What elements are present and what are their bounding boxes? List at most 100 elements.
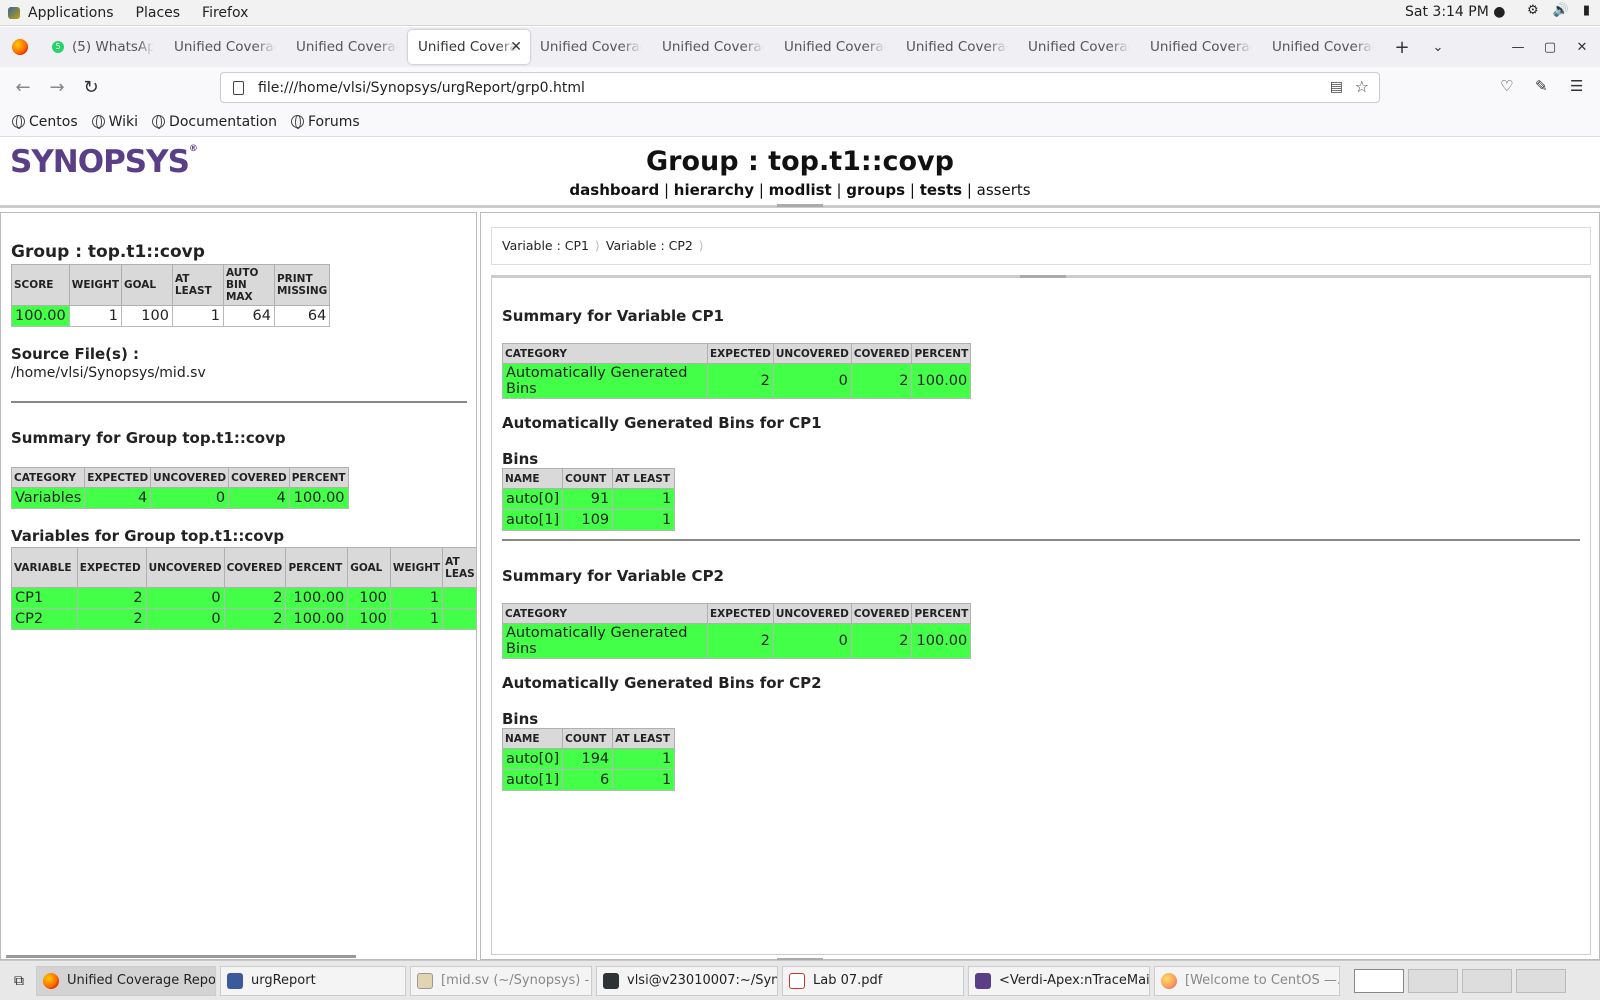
maximize-icon[interactable]: ▢ (1534, 27, 1566, 67)
cp2-bins-table: NAME COUNT AT LEAST auto[0] 194 1 auto[1… (501, 728, 676, 791)
divider (502, 539, 1580, 541)
nav-tests[interactable]: tests (920, 181, 962, 199)
variables-title: Variables for Group top.t1::covp (11, 527, 285, 545)
tab-coverage[interactable]: Unified Coverage (1018, 30, 1140, 64)
column-header: UNCOVERED (772, 603, 852, 624)
table-cell[interactable]: Automatically Generated Bins (502, 363, 708, 399)
tab-coverage[interactable]: Unified Coverage (286, 30, 408, 64)
tab-coverage[interactable]: Unified Coverage (530, 30, 652, 64)
variable-link[interactable]: CP1 (11, 587, 78, 609)
task-firefox[interactable]: Unified Coverage Report... (36, 965, 216, 996)
close-window-icon[interactable]: ✕ (1566, 27, 1598, 67)
table-cell[interactable]: Variables (10, 487, 86, 509)
tab-label: Unified Coverage (784, 39, 886, 55)
breadcrumb-cp1[interactable]: Variable : CP1 (502, 238, 589, 253)
breadcrumb-cp2[interactable]: Variable : CP2 (606, 238, 693, 253)
bookmarks-toolbar: Centos Wiki Documentation Forums (0, 107, 1600, 137)
column-header: NAME (501, 728, 564, 749)
column-header: UNCOVERED (150, 467, 230, 488)
show-desktop-icon[interactable]: ⧉ (6, 973, 32, 989)
breadcrumb-bar: Variable : CP1 ⟩ Variable : CP2 ⟩ (491, 227, 1591, 265)
system-tray[interactable]: ⚙ 🔊 ▮ (1527, 3, 1590, 18)
tab-coverage[interactable]: Unified Coverage (1140, 30, 1262, 64)
task-urgreport[interactable]: urgReport (220, 965, 406, 996)
column-header: COVERED (850, 343, 913, 364)
column-header: WEIGHT (389, 547, 444, 588)
bookmark-star-icon[interactable]: ☆ (1355, 77, 1369, 96)
table-row: auto[1] 109 1 (501, 509, 676, 531)
tab-whatsapp[interactable]: 5 (5) WhatsApp (42, 30, 164, 64)
bookmark-forums[interactable]: Forums (290, 113, 360, 130)
tab-strip: 5 (5) WhatsApp Unified Coverage Unified C… (0, 27, 1600, 67)
column-header: NAME (501, 468, 564, 489)
battery-icon: ▮ (1582, 3, 1590, 18)
header-splitter[interactable] (777, 204, 823, 207)
bookmark-centos[interactable]: Centos (12, 114, 78, 130)
clock[interactable]: Sat 3:14 PM ● (1405, 4, 1505, 20)
url-bar[interactable]: file:///home/vlsi/Synopsys/urgReport/grp… (220, 72, 1380, 103)
table-cell: auto[1] (501, 509, 564, 531)
task-verdi[interactable]: <Verdi-Apex:nTraceMain:... (968, 965, 1150, 996)
bookmark-wiki[interactable]: Wiki (91, 113, 139, 130)
source-file-path[interactable]: /home/vlsi/Synopsys/mid.sv (11, 365, 476, 381)
nav-asserts[interactable]: asserts (977, 181, 1031, 199)
firefox-view-icon[interactable] (12, 39, 28, 55)
chevron-right-icon: ⟩ (698, 238, 704, 253)
places-menu[interactable]: Places (136, 5, 181, 21)
minimize-icon[interactable]: — (1502, 27, 1534, 67)
tab-coverage[interactable]: Unified Coverage (896, 30, 1018, 64)
tab-label: Unified Covera (418, 39, 518, 55)
tab-coverage[interactable]: Unified Coverage (164, 30, 286, 64)
nav-groups[interactable]: groups (846, 181, 905, 199)
tab-coverage[interactable]: Unified Coverage (652, 30, 774, 64)
task-terminal[interactable]: vlsi@v23010007:~/Syn... (596, 965, 778, 996)
list-tabs-icon[interactable]: ⌄ (1420, 40, 1456, 55)
extensions-icon[interactable]: ✎ (1535, 77, 1548, 95)
variable-link[interactable]: CP2 (11, 608, 78, 630)
back-icon[interactable]: ← (6, 72, 40, 102)
tab-coverage-active[interactable]: Unified Covera ✕ (408, 30, 530, 64)
bookmark-label: Forums (307, 113, 360, 130)
close-tab-icon[interactable]: ✕ (510, 39, 522, 55)
forward-icon[interactable]: → (40, 72, 74, 102)
new-tab-icon[interactable]: + (1384, 37, 1420, 58)
table-cell: 91 (562, 488, 614, 510)
workspace-2[interactable] (1408, 968, 1458, 993)
bookmark-label: Wiki (108, 113, 139, 130)
workspace-4[interactable] (1516, 968, 1566, 993)
task-pdf[interactable]: Lab 07.pdf (782, 965, 964, 996)
task-gedit[interactable]: [mid.sv (~/Synopsys) - g... (410, 965, 592, 996)
table-cell: 100.00 (911, 363, 972, 399)
table-cell[interactable]: Automatically Generated Bins (502, 623, 708, 659)
table-cell: 2 (223, 608, 287, 630)
whatsapp-icon: 5 (52, 41, 64, 53)
table-cell (442, 587, 476, 609)
left-horizontal-scrollbar[interactable] (6, 955, 356, 958)
nav-hierarchy[interactable]: hierarchy (674, 181, 754, 199)
task-centos-welcome[interactable]: [Welcome to CentOS —... (1154, 965, 1340, 996)
column-header: CATEGORY (502, 343, 708, 364)
table-cell: 2 (76, 587, 147, 609)
bookmark-documentation[interactable]: Documentation (152, 114, 277, 130)
tab-label: Unified Coverage (540, 39, 642, 55)
menu-icon[interactable]: ☰ (1570, 77, 1583, 95)
column-header: COUNT (562, 728, 614, 749)
table-cell: 194 (562, 748, 614, 770)
firefox-menu[interactable]: Firefox (202, 5, 248, 21)
workspace-3[interactable] (1462, 968, 1512, 993)
inner-splitter[interactable] (1020, 275, 1066, 278)
tab-coverage[interactable]: Unified Coverage (1262, 30, 1384, 64)
applications-menu[interactable]: Applications (8, 5, 114, 21)
column-header: VARIABLE (11, 547, 78, 588)
navigation-bar: ← → ↻ file:///home/vlsi/Synopsys/urgRepo… (0, 67, 1600, 107)
reader-view-icon[interactable]: ▤ (1330, 79, 1343, 95)
column-header: UNCOVERED (145, 547, 225, 588)
pocket-icon[interactable]: ♡ (1500, 77, 1513, 95)
nav-dashboard[interactable]: dashboard (569, 181, 659, 199)
page-info-icon[interactable] (233, 80, 244, 95)
reload-icon[interactable]: ↻ (74, 72, 108, 102)
workspace-1[interactable] (1354, 968, 1404, 993)
nav-modlist[interactable]: modlist (769, 181, 832, 199)
table-cell: 64 (222, 305, 275, 327)
tab-coverage[interactable]: Unified Coverage (774, 30, 896, 64)
